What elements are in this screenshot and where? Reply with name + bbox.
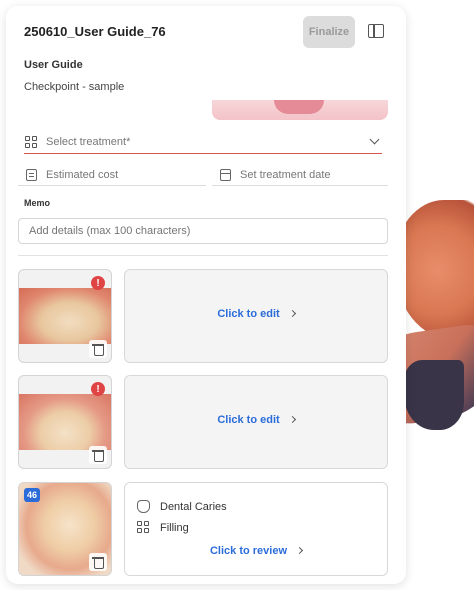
finding-thumbnail[interactable]: 46 (18, 482, 112, 576)
page-title: 250610_User Guide_76 (24, 24, 166, 39)
guide-subtitle: Checkpoint - sample (24, 81, 125, 93)
treatment-date-field[interactable]: Set treatment date (212, 164, 388, 186)
checkpoint-panel: 250610_User Guide_76 Finalize User Guide… (6, 6, 406, 584)
treatment-grid-icon (137, 521, 150, 534)
divider (18, 255, 388, 256)
treatment-select-placeholder: Select treatment* (46, 135, 131, 148)
estimated-cost-field[interactable]: Estimated cost (18, 164, 206, 186)
panel-header: 250610_User Guide_76 Finalize (6, 6, 406, 58)
chevron-right-icon (288, 415, 296, 424)
treatment-label: Filling (160, 521, 189, 534)
review-finding-card[interactable]: Dental Caries Filling Click to review (124, 482, 388, 576)
trash-icon[interactable] (89, 553, 107, 571)
scan-model-fragment (394, 200, 474, 340)
click-to-edit-label: Click to edit (217, 308, 280, 320)
click-to-edit-link[interactable]: Click to edit (125, 414, 387, 426)
chevron-right-icon (295, 546, 304, 555)
treatment-select[interactable]: Select treatment* (24, 130, 382, 154)
guide-title: User Guide (24, 59, 83, 71)
alert-icon: ! (91, 276, 105, 290)
diagnosis-label: Dental Caries (160, 500, 227, 513)
tooth-number-badge: 46 (24, 488, 41, 502)
trash-icon[interactable] (89, 446, 107, 464)
tooth-icon (137, 500, 150, 513)
edit-finding-card[interactable]: Click to edit (124, 269, 388, 363)
finding-thumbnail[interactable]: ! (18, 269, 112, 363)
treatment-date-placeholder: Set treatment date (240, 168, 331, 181)
click-to-edit-link[interactable]: Click to edit (125, 308, 387, 320)
click-to-review-label: Click to review (209, 545, 288, 557)
tooth-scan-image (19, 288, 111, 344)
finding-thumbnail[interactable]: ! (18, 375, 112, 469)
estimated-cost-placeholder: Estimated cost (46, 168, 119, 181)
trash-icon[interactable] (89, 340, 107, 358)
panel-toggle-icon[interactable] (368, 24, 384, 38)
treatment-row: Filling (137, 521, 189, 534)
scan-preview-image (212, 100, 388, 120)
finalize-button[interactable]: Finalize (303, 16, 355, 48)
diagnosis-row: Dental Caries (137, 500, 227, 513)
tooth-scan-image (19, 394, 111, 450)
alert-icon: ! (91, 382, 105, 396)
scan-model-fragment (404, 360, 464, 430)
click-to-edit-label: Click to edit (217, 414, 280, 426)
memo-input[interactable] (18, 218, 388, 244)
memo-label: Memo (24, 198, 51, 208)
calendar-icon (220, 168, 231, 181)
chevron-right-icon (288, 309, 296, 318)
chevron-down-icon (369, 134, 380, 145)
treatment-grid-icon (25, 135, 37, 148)
click-to-review-link[interactable]: Click to review (125, 545, 387, 557)
document-icon (26, 168, 37, 181)
edit-finding-card[interactable]: Click to edit (124, 375, 388, 469)
